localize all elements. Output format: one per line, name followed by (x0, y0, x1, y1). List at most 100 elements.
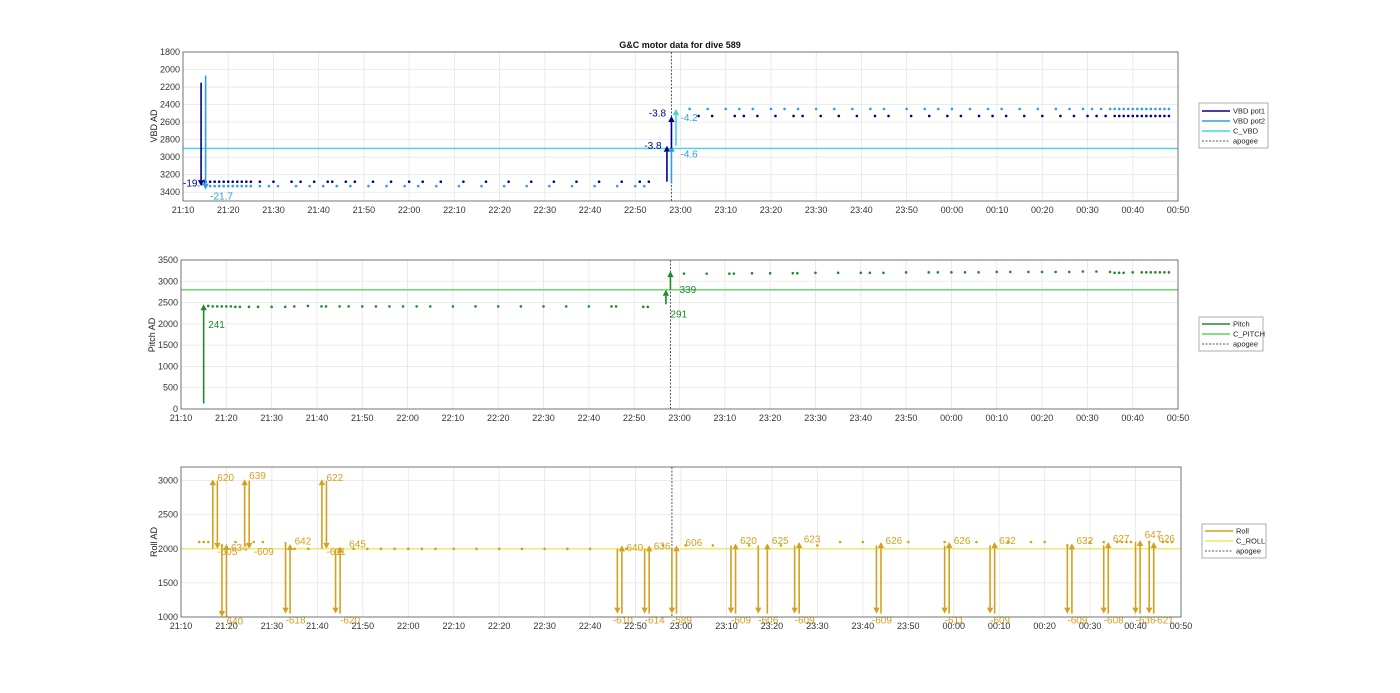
vbd-data-point (222, 184, 226, 188)
roll-arrow-label: 639 (249, 471, 266, 482)
vbd-y-tick-label: 2600 (160, 117, 180, 127)
vbd-arrow-label: -4.2 (681, 113, 699, 124)
vbd-data-point (335, 184, 339, 188)
roll-arrow-label: 625 (772, 536, 789, 547)
vbd-data-point (321, 184, 325, 188)
pitch-y-tick-label: 500 (163, 383, 178, 393)
pitch-data-point (1131, 271, 1134, 274)
vbd-x-tick-label: 00:00 (941, 205, 964, 215)
pitch-x-tick-label: 21:50 (351, 413, 374, 423)
pitch-data-point (950, 271, 953, 274)
vbd-data-point (1041, 114, 1044, 118)
vbd-data-point (217, 184, 221, 188)
pitch-data-point (229, 305, 233, 308)
vbd-data-point (733, 114, 737, 118)
pitch-data-point (324, 305, 328, 308)
vbd-data-point (950, 107, 954, 111)
pitch-arrow-label: 241 (208, 320, 225, 331)
roll-arrow-label: 626 (954, 536, 971, 547)
vbd-data-point (403, 184, 406, 188)
pitch-x-tick-label: 00:20 (1031, 413, 1054, 423)
roll-x-tick-label: 22:50 (624, 621, 647, 631)
chart-title: G&C motor data for dive 589 (619, 40, 741, 50)
vbd-y-tick-label: 1800 (160, 47, 180, 57)
vbd-data-point (389, 180, 393, 184)
vbd-data-point (1131, 107, 1135, 111)
pitch-data-point (206, 304, 210, 308)
pitch-data-point (836, 271, 840, 275)
roll-x-tick-label: 23:00 (670, 621, 693, 631)
roll-data-point (588, 547, 592, 551)
vbd-data-point (457, 184, 461, 188)
vbd-data-point (416, 184, 420, 188)
vbd-data-point (688, 107, 691, 111)
roll-x-tick-label: 21:10 (170, 621, 193, 631)
vbd-x-tick-label: 23:10 (714, 205, 737, 215)
vbd-data-point (548, 184, 551, 188)
vbd-data-point (434, 184, 438, 188)
vbd-data-point (1163, 107, 1166, 111)
vbd-legend-label-pot1: VBD pot1 (1233, 107, 1265, 116)
pitch-arrow-label: 339 (680, 285, 697, 296)
vbd-data-point (1022, 114, 1026, 118)
vbd-data-point (1149, 107, 1153, 111)
vbd-data-point (1113, 114, 1116, 118)
vbd-data-point (525, 184, 529, 188)
roll-x-tick-label: 21:30 (261, 621, 284, 631)
pitch-data-point (1040, 270, 1044, 274)
vbd-data-point (367, 184, 370, 188)
vbd-x-tick-label: 22:30 (534, 205, 557, 215)
vbd-x-tick-label: 23:40 (850, 205, 873, 215)
vbd-arrow-label: -4.6 (681, 150, 699, 161)
vbd-data-point (615, 184, 619, 188)
vbd-data-point (1072, 114, 1076, 118)
roll-x-tick-label: 22:40 (579, 621, 602, 631)
roll-data-point (197, 540, 201, 544)
pitch-data-point (750, 271, 754, 275)
pitch-data-point (220, 305, 224, 308)
pitch-data-point (587, 305, 591, 308)
vbd-data-point (923, 107, 927, 111)
vbd-data-point (570, 184, 574, 188)
vbd-data-point (1004, 114, 1008, 118)
vbd-data-point (407, 180, 411, 184)
pitch-data-point (401, 305, 405, 308)
vbd-data-point (737, 107, 741, 111)
vbd-data-point (1163, 114, 1166, 118)
roll-x-tick-label: 21:40 (306, 621, 329, 631)
vbd-data-point (1140, 114, 1144, 118)
pitch-x-tick-label: 21:10 (170, 413, 193, 423)
pitch-data-point (215, 305, 219, 308)
pitch-data-point (320, 305, 323, 308)
pitch-data-point (1149, 271, 1153, 274)
vbd-data-point (936, 107, 940, 111)
vbd-data-point (593, 184, 596, 188)
vbd-data-point (258, 184, 262, 188)
roll-x-tick-label: 22:00 (397, 621, 420, 631)
pitch-x-tick-label: 21:30 (260, 413, 283, 423)
roll-data-point (452, 547, 456, 551)
roll-y-tick-label: 2500 (158, 510, 178, 520)
vbd-x-tick-label: 23:50 (895, 205, 918, 215)
roll-x-tick-label: 21:50 (352, 621, 375, 631)
pitch-data-point (868, 271, 872, 275)
pitch-data-point (428, 305, 432, 308)
roll-data-point (1102, 540, 1106, 544)
vbd-data-point (986, 107, 990, 111)
pitch-x-tick-label: 22:10 (442, 413, 465, 423)
roll-arrow-label: 627 (1113, 534, 1130, 545)
pitch-data-point (388, 305, 391, 308)
pitch-x-tick-label: 00:30 (1076, 413, 1099, 423)
pitch-data-point (791, 271, 795, 275)
vbd-data-point (249, 180, 253, 184)
vbd-data-point (792, 114, 795, 118)
roll-arrow-label: 626 (886, 536, 903, 547)
vbd-x-tick-label: 00:50 (1167, 205, 1190, 215)
roll-x-tick-label: 22:10 (442, 621, 465, 631)
vbd-data-point (638, 180, 642, 184)
vbd-data-point (507, 180, 510, 184)
roll-data-point (711, 544, 715, 547)
vbd-data-point (927, 114, 931, 118)
pitch-data-point (292, 305, 296, 308)
pitch-x-tick-label: 00:50 (1167, 413, 1190, 423)
